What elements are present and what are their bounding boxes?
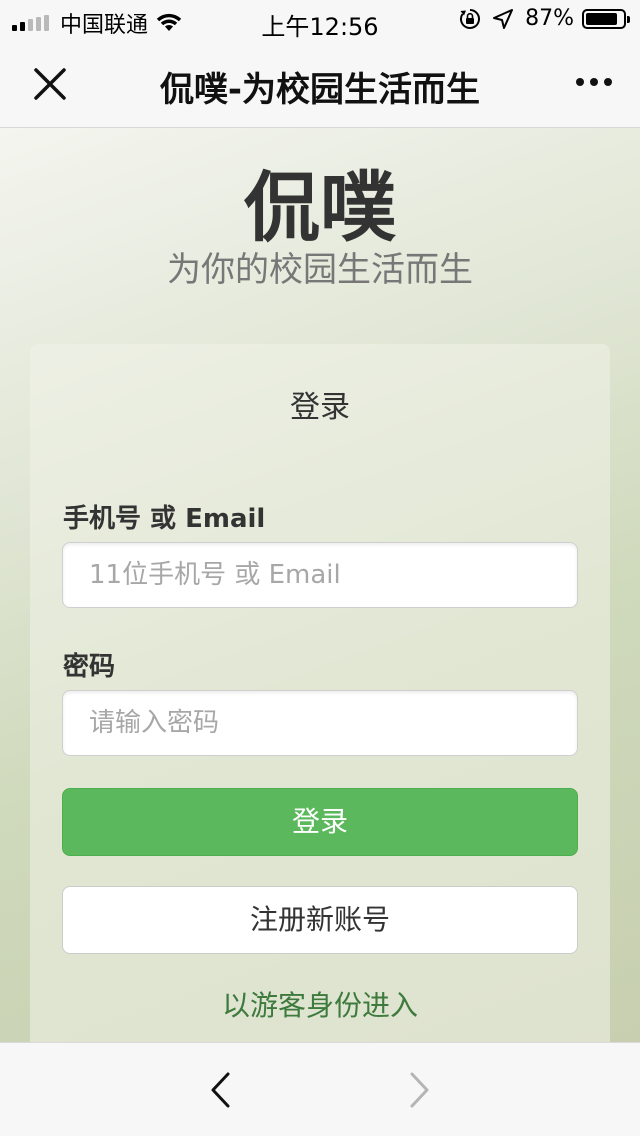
battery-icon	[582, 8, 630, 29]
login-button[interactable]: 登录	[62, 788, 578, 856]
location-icon	[493, 8, 514, 29]
password-input[interactable]	[62, 690, 578, 756]
battery-nub	[627, 15, 630, 23]
bottom-toolbar	[0, 1042, 640, 1136]
back-icon[interactable]	[206, 1071, 236, 1109]
register-button[interactable]: 注册新账号	[62, 886, 578, 954]
page-title: 侃噗-为校园生活而生	[159, 70, 481, 110]
screen: 中国联通 上午12:56 87% 侃噗-为校园生活而生 侃噗 为你的校园生活而生…	[0, 0, 640, 1136]
login-card: 登录 手机号 或 Email 密码 登录 注册新账号 以游客身份进入	[30, 344, 610, 1042]
login-title: 登录	[290, 390, 350, 425]
account-input[interactable]	[62, 542, 578, 608]
battery-percent: 87%	[525, 6, 574, 31]
nav-bar: 侃噗-为校园生活而生	[0, 40, 640, 128]
more-icon[interactable]	[570, 78, 612, 86]
brand-title: 侃噗	[244, 163, 396, 252]
status-right: 87%	[459, 6, 630, 31]
account-label: 手机号 或 Email	[63, 504, 266, 534]
status-bar: 中国联通 上午12:56 87%	[0, 0, 640, 41]
battery-fill	[586, 12, 617, 25]
guest-login-link[interactable]: 以游客身份进入	[30, 984, 610, 1024]
brand-slogan: 为你的校园生活而生	[167, 250, 473, 290]
main-content: 侃噗 为你的校园生活而生 登录 手机号 或 Email 密码 登录 注册新账号 …	[0, 128, 640, 1042]
close-icon[interactable]	[30, 64, 70, 104]
forward-icon[interactable]	[404, 1071, 434, 1109]
password-label: 密码	[63, 652, 116, 682]
orientation-lock-icon	[460, 8, 481, 29]
